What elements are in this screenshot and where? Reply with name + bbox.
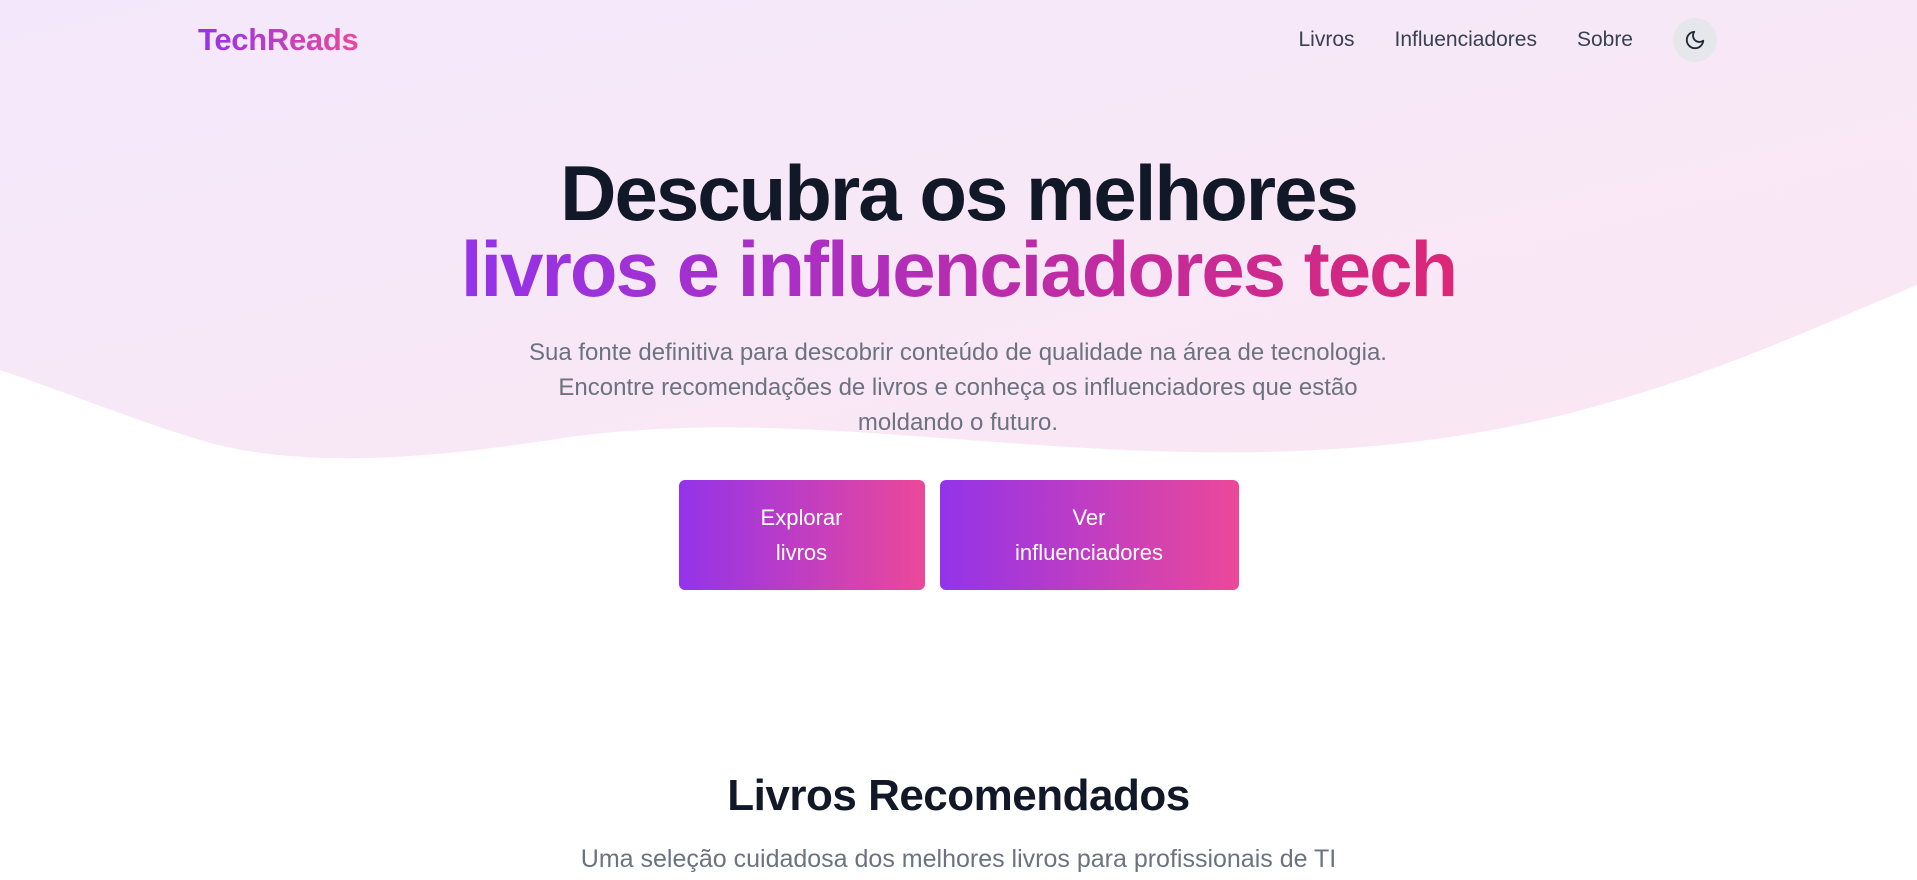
main-nav: Livros Influenciadores Sobre — [1298, 18, 1717, 62]
hero-subtitle-line1: Sua fonte definitiva para descobrir cont… — [529, 339, 1387, 366]
moon-icon — [1685, 30, 1705, 50]
books-section-title: Livros Recomendados — [727, 771, 1190, 820]
hero-subtitle: Sua fonte definitiva para descobrir cont… — [458, 335, 1458, 440]
nav-link-influenciadores[interactable]: Influenciadores — [1395, 18, 1537, 62]
page: TechReads Livros Influenciadores Sobre D… — [0, 0, 1917, 880]
explore-books-label-line1: Explorar — [760, 505, 843, 530]
logo[interactable]: TechReads — [198, 20, 359, 60]
view-influencers-button[interactable]: Ver influenciadores — [939, 480, 1239, 590]
hero-title-line1: Descubra os melhores — [560, 149, 1359, 237]
hero-subtitle-line2: Encontre recomendações de livros e conhe… — [558, 374, 1358, 401]
books-section-subtitle: Uma seleção cuidadosa dos melhores livro… — [580, 845, 1337, 873]
hero-buttons: Explorar livros Ver influenciadores — [0, 480, 1917, 590]
view-influencers-label-line1: Ver — [1072, 505, 1106, 530]
hero-title-line2: livros e influenciadores tech — [460, 225, 1458, 313]
site-header: TechReads Livros Influenciadores Sobre — [0, 0, 1917, 80]
hero-title: Descubra os melhores livros e influencia… — [0, 149, 1917, 313]
view-influencers-label-line2: influenciadores — [1015, 540, 1163, 565]
nav-link-sobre[interactable]: Sobre — [1577, 18, 1633, 62]
theme-toggle-button[interactable] — [1673, 18, 1717, 62]
explore-books-label-line2: livros — [775, 540, 828, 565]
nav-link-livros[interactable]: Livros — [1298, 18, 1354, 62]
explore-books-button[interactable]: Explorar livros — [678, 480, 925, 590]
hero-subtitle-line3: moldando o futuro. — [857, 409, 1059, 436]
